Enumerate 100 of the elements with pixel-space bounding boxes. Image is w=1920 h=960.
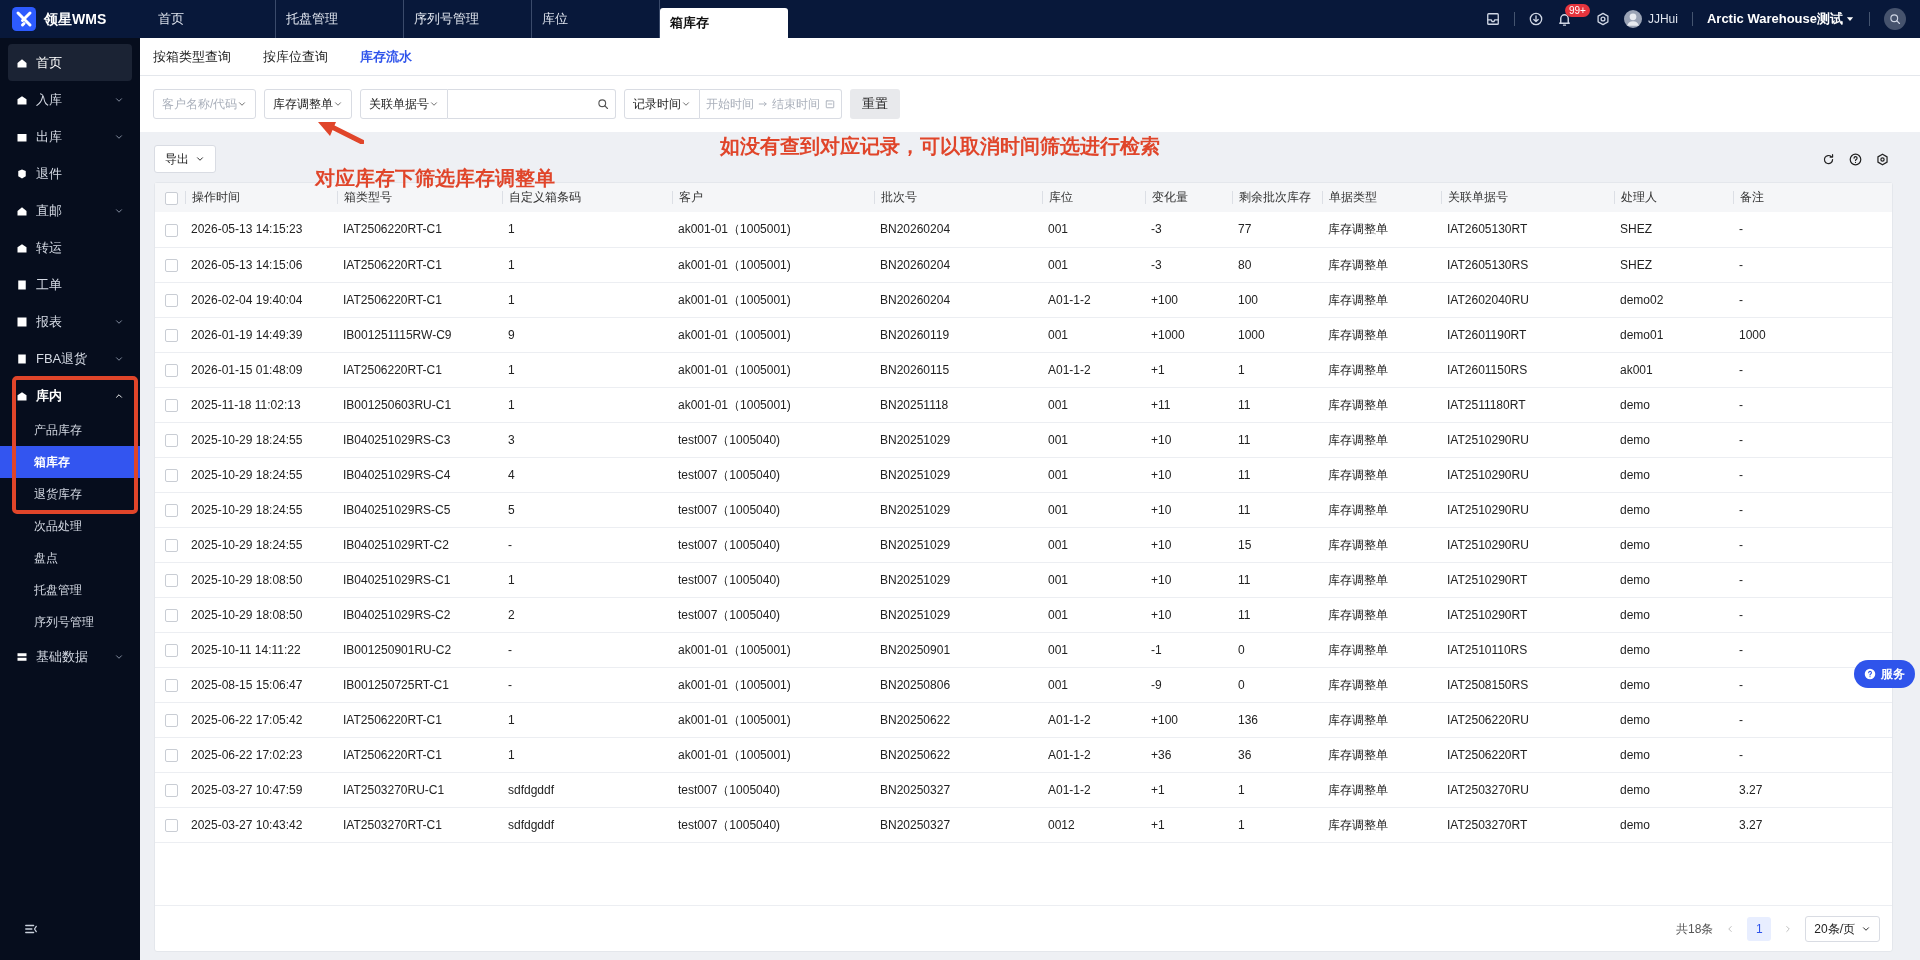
table-cell: 2025-06-22 17:02:23 xyxy=(191,747,303,762)
table-cell: 3.27 xyxy=(1739,782,1763,797)
export-button[interactable]: 导出 xyxy=(154,145,216,173)
sidebar-item[interactable]: 库内 xyxy=(8,377,132,414)
user-name[interactable]: JJHui xyxy=(1647,10,1678,28)
table-cell: IAT2510290RT xyxy=(1447,572,1528,587)
checkbox[interactable] xyxy=(165,678,178,692)
table-cell: -3 xyxy=(1151,257,1162,272)
table-cell: 001 xyxy=(1048,607,1069,622)
table-cell: - xyxy=(508,642,512,657)
page-tab[interactable]: 箱库存 xyxy=(660,8,788,38)
app-name: 领星WMS xyxy=(44,9,107,29)
checkbox[interactable] xyxy=(165,818,178,832)
reset-button[interactable]: 重置 xyxy=(850,89,901,119)
table-cell: 库存调整单 xyxy=(1328,432,1388,447)
checkbox[interactable] xyxy=(165,503,178,517)
table-cell: 库存调整单 xyxy=(1328,257,1388,272)
table-cell: BN20260119 xyxy=(880,327,950,342)
checkbox[interactable] xyxy=(165,191,178,205)
checkbox[interactable] xyxy=(165,573,178,587)
table-cell: BN20250806 xyxy=(880,677,951,692)
sub-tab[interactable]: 按箱类型查询 xyxy=(153,46,231,67)
help-icon xyxy=(1864,668,1876,680)
table-cell: ak001-01（1005001) xyxy=(678,712,791,727)
sub-tab[interactable]: 按库位查询 xyxy=(263,46,328,67)
checkbox[interactable] xyxy=(165,713,178,727)
table-cell: 11 xyxy=(1238,572,1251,587)
search-field[interactable] xyxy=(448,89,617,119)
checkbox[interactable] xyxy=(165,468,178,482)
settings-icon xyxy=(1595,12,1610,26)
table-cell: demo xyxy=(1620,537,1651,552)
search-icon xyxy=(1889,13,1901,25)
checkbox[interactable] xyxy=(165,328,178,342)
menu-item-icon xyxy=(16,650,28,663)
table-cell: +1 xyxy=(1151,817,1165,832)
table-cell: BN20251029 xyxy=(880,432,951,447)
submenu-item[interactable]: 箱库存 xyxy=(0,446,140,478)
table-cell: - xyxy=(1739,467,1743,482)
time-field-select[interactable]: 记录时间 xyxy=(624,89,701,119)
document-type-select[interactable]: 库存调整单 xyxy=(264,89,353,119)
checkbox[interactable] xyxy=(165,538,178,552)
submenu-item[interactable]: 盘点 xyxy=(8,542,132,574)
submenu-item[interactable]: 托盘管理 xyxy=(8,574,132,606)
table-cell: -1 xyxy=(1151,642,1162,657)
field-select[interactable]: 关联单据号 xyxy=(360,89,449,119)
page-button[interactable]: 1 xyxy=(1747,916,1772,941)
submenu-item[interactable]: 序列号管理 xyxy=(8,606,132,638)
table-cell: demo xyxy=(1620,642,1651,657)
sidebar-item[interactable]: 转运 xyxy=(8,229,132,266)
checkbox[interactable] xyxy=(165,398,178,412)
checkbox[interactable] xyxy=(165,223,178,237)
warehouse-selector[interactable]: Arctic Warehouse测试 xyxy=(1706,9,1855,29)
submenu-item[interactable]: 退货库存 xyxy=(8,478,132,510)
sidebar-item[interactable]: 出库 xyxy=(8,118,132,155)
sidebar-item[interactable]: 入库 xyxy=(8,81,132,118)
checkbox[interactable] xyxy=(165,293,178,307)
submenu-item[interactable]: 产品库存 xyxy=(8,414,132,446)
table-cell: +100 xyxy=(1151,712,1179,727)
table-cell: IB040251029RT-C2 xyxy=(343,537,449,552)
table-cell: IAT2506220RT-C1 xyxy=(343,362,442,377)
table-cell: IB001250901RU-C2 xyxy=(343,642,452,657)
search-button[interactable] xyxy=(1884,8,1906,30)
sidebar-item[interactable]: 直邮 xyxy=(8,192,132,229)
table-cell: 库存调整单 xyxy=(1328,642,1388,657)
table-cell: ak001 xyxy=(1620,362,1653,377)
checkbox[interactable] xyxy=(165,433,178,447)
service-button[interactable]: 服务 xyxy=(1854,660,1915,688)
table-cell: ak001-01（1005001) xyxy=(678,257,791,272)
sub-tab[interactable]: 库存流水 xyxy=(360,46,412,67)
checkbox[interactable] xyxy=(165,258,178,272)
table-cell: 5 xyxy=(508,502,515,517)
calendar-icon xyxy=(825,99,836,109)
table-cell: SHEZ xyxy=(1620,222,1652,237)
table-cell: demo xyxy=(1620,677,1651,692)
table-cell: 库存调整单 xyxy=(1328,362,1388,377)
table-cell: ak001-01（1005001) xyxy=(678,362,791,377)
table-cell: BN20250327 xyxy=(880,782,951,797)
table-cell: BN20250901 xyxy=(880,642,951,657)
sidebar-item[interactable]: 报表 xyxy=(8,303,132,340)
sidebar-item[interactable]: 退件 xyxy=(8,155,132,192)
sidebar-item[interactable]: FBA退货 xyxy=(8,340,132,377)
menu-item-icon xyxy=(16,278,28,291)
sidebar-item[interactable]: 首页 xyxy=(8,44,132,81)
checkbox[interactable] xyxy=(165,363,178,377)
table-cell: - xyxy=(1739,222,1743,237)
page-size-select[interactable]: 20条/页 xyxy=(1805,915,1880,942)
annotation-arrow xyxy=(318,120,364,144)
column-header: 自定义箱条码 xyxy=(509,190,581,204)
table-cell: - xyxy=(1739,607,1743,622)
checkbox[interactable] xyxy=(165,643,178,657)
submenu-item[interactable]: 次品处理 xyxy=(8,510,132,542)
sidebar-item[interactable]: 基础数据 xyxy=(8,638,132,675)
checkbox[interactable] xyxy=(165,783,178,797)
sidebar-item[interactable]: 工单 xyxy=(8,266,132,303)
table-cell: 库存调整单 xyxy=(1328,747,1388,762)
table-cell: 001 xyxy=(1048,467,1069,482)
chevron-down-icon xyxy=(333,99,344,109)
checkbox[interactable] xyxy=(165,748,178,762)
table-cell: BN20251029 xyxy=(880,467,951,482)
checkbox[interactable] xyxy=(165,608,178,622)
